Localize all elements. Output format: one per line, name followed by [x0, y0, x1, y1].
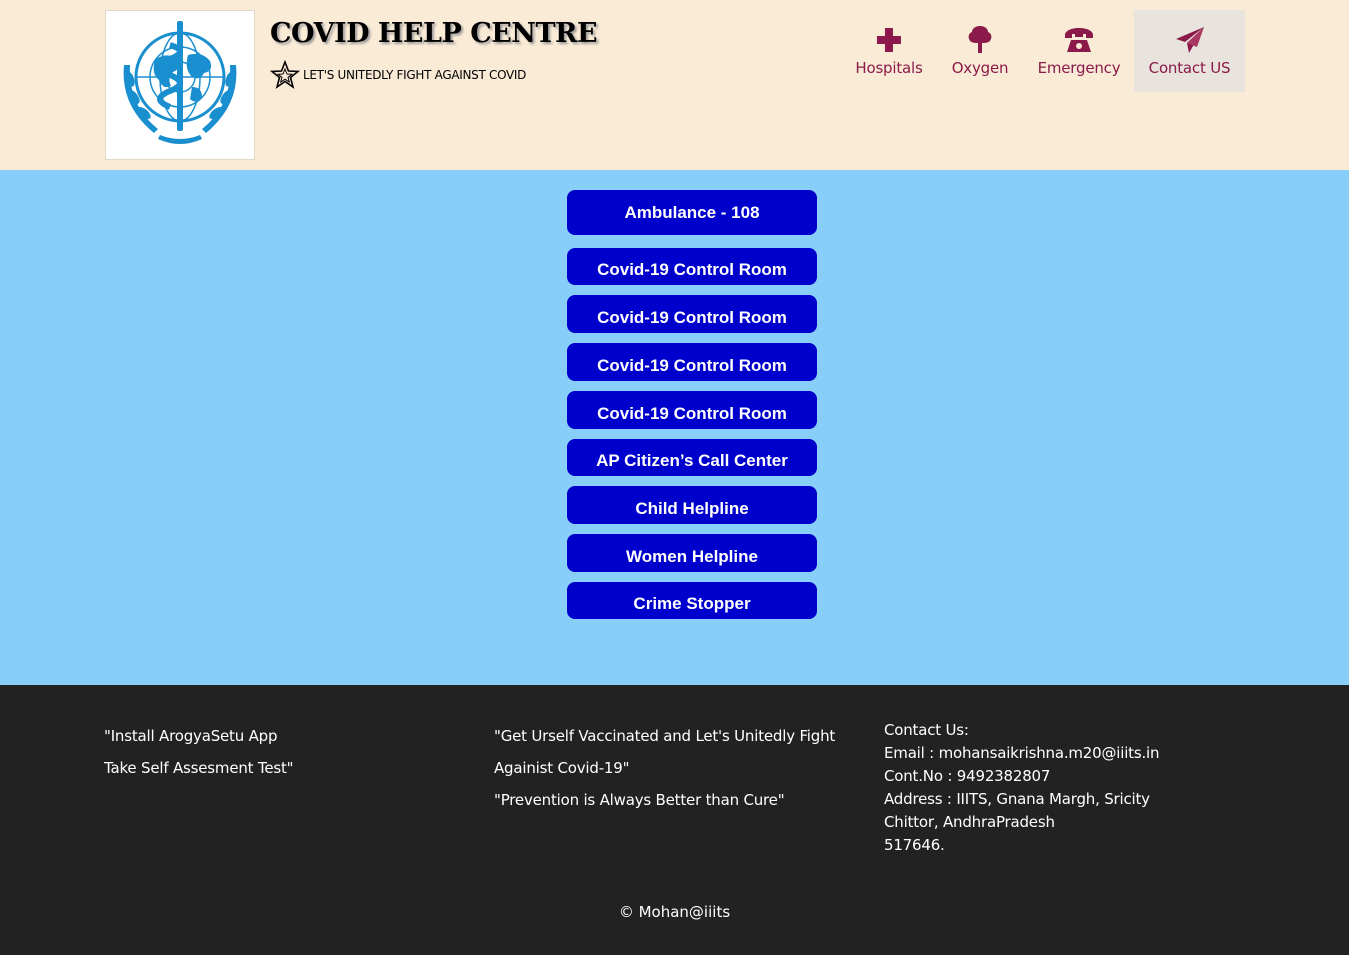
footer-text: "Prevention is Always Better than Cure": [494, 791, 785, 809]
helpline-button-ap-citizen-call-center[interactable]: AP Citizen’s Call Center: [567, 439, 817, 476]
nav-hospitals[interactable]: Hospitals: [845, 10, 933, 92]
helpline-button-control-room[interactable]: Covid-19 Control Room: [567, 248, 817, 285]
nav-emergency[interactable]: Emergency: [1030, 10, 1128, 92]
tagline: LET'S UNITEDLY FIGHT AGAINST COVID: [270, 60, 526, 90]
copyright: © Mohan@iiits: [618, 903, 731, 921]
helpline-section: Ambulance - 108 Covid-19 Control Room Co…: [0, 170, 1349, 685]
contact-pincode: 517646.: [884, 836, 945, 854]
contact-email[interactable]: Email : mohansaikrishna.m20@iiits.in: [884, 742, 1160, 765]
footer-text: Take Self Assesment Test": [104, 759, 294, 777]
footer-arogyasetu-note: "Install ArogyaSetu App Take Self Assesm…: [104, 720, 294, 784]
helpline-button-child-helpline[interactable]: Child Helpline: [567, 486, 817, 524]
footer-text: "Install ArogyaSetu App: [104, 727, 278, 745]
nav-contact-us[interactable]: Contact US: [1134, 10, 1245, 92]
nav-label: Hospitals: [855, 59, 923, 77]
site-footer: "Install ArogyaSetu App Take Self Assesm…: [0, 685, 1349, 955]
who-logo[interactable]: [105, 10, 255, 160]
nav-label: Emergency: [1037, 59, 1121, 77]
helpline-button-women-helpline[interactable]: Women Helpline: [567, 534, 817, 572]
nav-oxygen[interactable]: Oxygen: [944, 10, 1016, 92]
who-emblem-icon: [123, 21, 237, 144]
footer-text: Againist Covid-19": [494, 759, 630, 777]
footer-text: "Get Urself Vaccinated and Let's Unitedl…: [494, 727, 836, 745]
nav-label: Oxygen: [951, 59, 1009, 77]
site-title: COVID HELP CENTRE: [270, 18, 598, 49]
helpline-button-control-room[interactable]: Covid-19 Control Room: [567, 295, 817, 333]
star-icon: [270, 60, 300, 89]
contact-address-line1: Address : IIITS, Gnana Margh, Sricity: [884, 790, 1150, 808]
phone-icon: [1063, 25, 1095, 55]
footer-vaccination-note: "Get Urself Vaccinated and Let's Unitedl…: [494, 720, 835, 816]
paper-plane-icon: [1175, 25, 1205, 55]
contact-address-line2: Chittor, AndhraPradesh: [884, 813, 1055, 831]
helpline-button-crime-stopper[interactable]: Crime Stopper: [567, 582, 817, 619]
helpline-button-ambulance[interactable]: Ambulance - 108: [567, 190, 817, 235]
nav-label: Contact US: [1148, 59, 1231, 77]
helpline-button-control-room[interactable]: Covid-19 Control Room: [567, 391, 817, 429]
contact-phone[interactable]: Cont.No : 9492382807: [884, 765, 1159, 788]
footer-contact: Contact Us: Email : mohansaikrishna.m20@…: [884, 719, 1160, 857]
contact-heading: Contact Us:: [884, 721, 969, 739]
site-header: COVID HELP CENTRE LET'S UNITEDLY FIGHT A…: [0, 0, 1349, 170]
tree-icon: [967, 25, 993, 55]
helpline-button-control-room[interactable]: Covid-19 Control Room: [567, 343, 817, 381]
plus-icon: [875, 25, 903, 55]
tagline-text: LET'S UNITEDLY FIGHT AGAINST COVID: [303, 68, 527, 82]
